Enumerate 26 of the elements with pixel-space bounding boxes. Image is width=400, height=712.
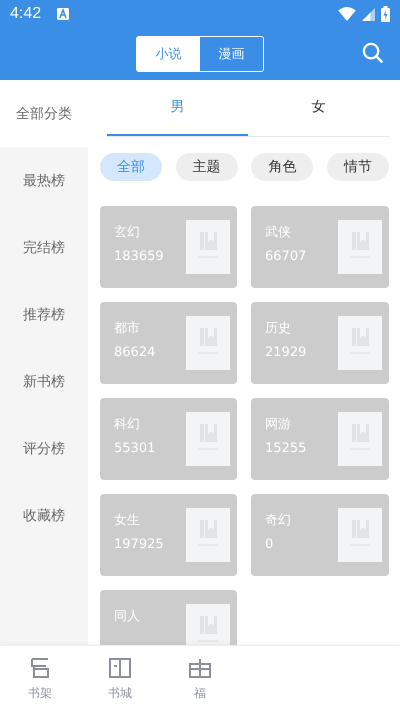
filter-chip[interactable]: 角色 <box>251 153 314 181</box>
shelf-icon <box>28 656 52 678</box>
signal-icon <box>362 8 375 20</box>
status-time: 4:42 <box>10 5 42 23</box>
ranking-item[interactable]: 最热榜 <box>0 147 88 214</box>
nav-tab[interactable]: 书架 <box>0 646 80 712</box>
ranking-item[interactable]: 评分榜 <box>0 415 88 482</box>
wifi-icon <box>338 7 356 21</box>
battery-icon <box>381 6 390 22</box>
gift-icon <box>188 656 212 678</box>
filter-chip[interactable]: 主题 <box>176 153 238 181</box>
gender-tab[interactable]: 男 <box>107 80 248 136</box>
segment-tab[interactable]: 小说 <box>137 37 200 71</box>
ranking-item[interactable]: 完结榜 <box>0 214 88 281</box>
nav-tab[interactable]: 福 <box>160 646 240 712</box>
all-categories-label[interactable]: 全部分类 <box>0 80 88 147</box>
nav-tab[interactable]: 书城 <box>80 646 160 712</box>
ranking-item[interactable]: 推荐榜 <box>0 281 88 348</box>
search-icon[interactable] <box>362 42 383 63</box>
book-icon <box>108 656 132 678</box>
filter-chip[interactable]: 全部 <box>100 153 162 181</box>
ranking-item[interactable]: 收藏榜 <box>0 482 88 549</box>
notification-icon <box>57 8 70 20</box>
filter-chip[interactable]: 情节 <box>326 153 389 181</box>
ranking-item[interactable]: 新书榜 <box>0 348 88 415</box>
gender-tab[interactable]: 女 <box>248 80 389 136</box>
